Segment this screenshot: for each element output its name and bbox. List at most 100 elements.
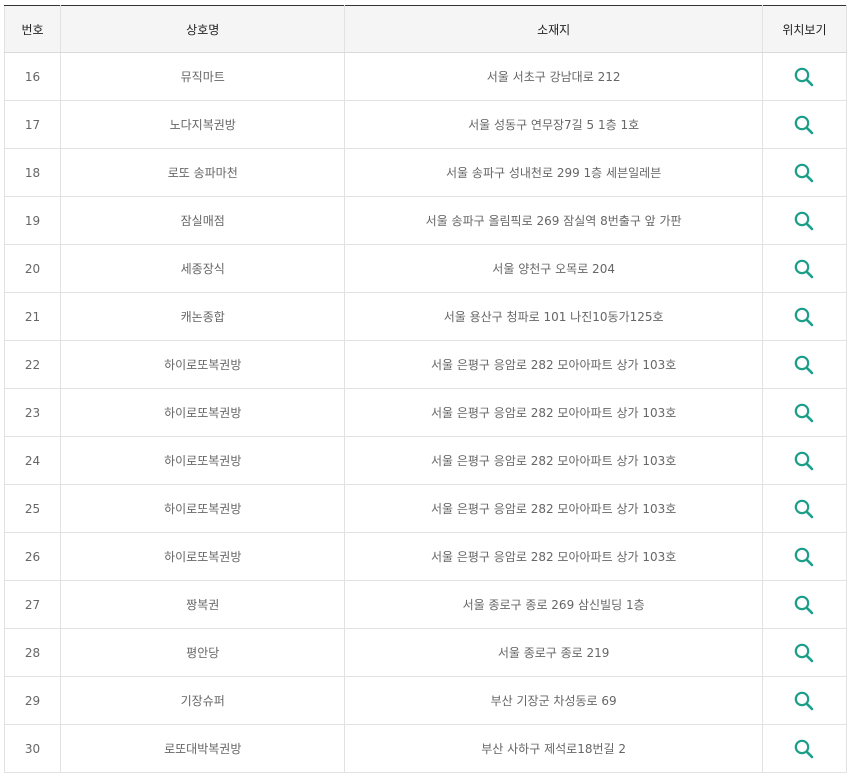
header-name: 상호명 xyxy=(60,5,346,53)
view-location-button[interactable] xyxy=(793,546,815,568)
cell-name: 잠실매점 xyxy=(60,196,346,245)
cell-map xyxy=(761,148,848,197)
store-table: 번호 상호명 소재지 위치보기 16 뮤직마트 서울 서초구 강남대로 212 17 노… xyxy=(3,5,848,773)
table-row: 22 하이로또복권방 서울 은평구 응암로 282 모아아파트 상가 103호 xyxy=(3,340,848,389)
cell-name: 짱복권 xyxy=(60,580,346,629)
table-row: 30 로또대박복권방 부산 사하구 제석로18번길 2 xyxy=(3,724,848,773)
cell-address: 서울 은평구 응암로 282 모아아파트 상가 103호 xyxy=(344,436,763,485)
view-location-button[interactable] xyxy=(793,258,815,280)
search-icon xyxy=(795,355,814,374)
cell-map xyxy=(761,484,848,533)
table-row: 26 하이로또복권방 서울 은평구 응암로 282 모아아파트 상가 103호 xyxy=(3,532,848,581)
cell-name: 캐논종합 xyxy=(60,292,346,341)
cell-address: 서울 종로구 종로 269 삼신빌딩 1층 xyxy=(344,580,763,629)
cell-map xyxy=(761,532,848,581)
cell-name: 로또 송파마천 xyxy=(60,148,346,197)
view-location-button[interactable] xyxy=(793,306,815,328)
cell-name: 뮤직마트 xyxy=(60,52,346,101)
table-row: 29 기장슈퍼 부산 기장군 차성동로 69 xyxy=(3,676,848,725)
cell-address: 서울 서초구 강남대로 212 xyxy=(344,52,763,101)
cell-map xyxy=(761,100,848,149)
view-location-button[interactable] xyxy=(793,210,815,232)
search-icon xyxy=(795,211,814,230)
table-row: 20 세종장식 서울 양천구 오목로 204 xyxy=(3,244,848,293)
cell-name: 세종장식 xyxy=(60,244,346,293)
cell-no: 16 xyxy=(3,52,62,101)
cell-map xyxy=(761,292,848,341)
header-no: 번호 xyxy=(3,5,62,53)
view-location-button[interactable] xyxy=(793,642,815,664)
search-icon xyxy=(795,739,814,758)
view-location-button[interactable] xyxy=(793,594,815,616)
cell-no: 26 xyxy=(3,532,62,581)
cell-name: 하이로또복권방 xyxy=(60,340,346,389)
cell-address: 서울 은평구 응암로 282 모아아파트 상가 103호 xyxy=(344,340,763,389)
search-icon xyxy=(795,163,814,182)
cell-no: 25 xyxy=(3,484,62,533)
search-icon xyxy=(795,403,814,422)
cell-no: 21 xyxy=(3,292,62,341)
search-icon xyxy=(795,259,814,278)
cell-address: 부산 사하구 제석로18번길 2 xyxy=(344,724,763,773)
cell-name: 하이로또복권방 xyxy=(60,388,346,437)
view-location-button[interactable] xyxy=(793,450,815,472)
cell-map xyxy=(761,436,848,485)
cell-address: 서울 종로구 종로 219 xyxy=(344,628,763,677)
cell-map xyxy=(761,196,848,245)
view-location-button[interactable] xyxy=(793,402,815,424)
table-header: 번호 상호명 소재지 위치보기 xyxy=(3,5,848,53)
table-row: 19 잠실매점 서울 송파구 올림픽로 269 잠실역 8번출구 앞 가판 xyxy=(3,196,848,245)
cell-address: 서울 은평구 응암로 282 모아아파트 상가 103호 xyxy=(344,532,763,581)
cell-map xyxy=(761,676,848,725)
cell-name: 노다지복권방 xyxy=(60,100,346,149)
search-icon xyxy=(795,499,814,518)
view-location-button[interactable] xyxy=(793,690,815,712)
search-icon xyxy=(795,547,814,566)
view-location-button[interactable] xyxy=(793,738,815,760)
table-row: 28 평안당 서울 종로구 종로 219 xyxy=(3,628,848,677)
store-list: 번호 상호명 소재지 위치보기 16 뮤직마트 서울 서초구 강남대로 212 17 노… xyxy=(3,5,848,773)
cell-map xyxy=(761,580,848,629)
cell-no: 19 xyxy=(3,196,62,245)
table-row: 25 하이로또복권방 서울 은평구 응암로 282 모아아파트 상가 103호 xyxy=(3,484,848,533)
cell-address: 서울 성동구 연무장7길 5 1층 1호 xyxy=(344,100,763,149)
cell-map xyxy=(761,340,848,389)
table-row: 18 로또 송파마천 서울 송파구 성내천로 299 1층 세븐일레븐 xyxy=(3,148,848,197)
view-location-button[interactable] xyxy=(793,354,815,376)
cell-no: 27 xyxy=(3,580,62,629)
view-location-button[interactable] xyxy=(793,66,815,88)
cell-no: 29 xyxy=(3,676,62,725)
cell-map xyxy=(761,724,848,773)
header-row: 번호 상호명 소재지 위치보기 xyxy=(3,5,848,53)
cell-address: 서울 용산구 청파로 101 나진10동가125호 xyxy=(344,292,763,341)
cell-address: 서울 송파구 성내천로 299 1층 세븐일레븐 xyxy=(344,148,763,197)
view-location-button[interactable] xyxy=(793,114,815,136)
search-icon xyxy=(795,307,814,326)
cell-no: 18 xyxy=(3,148,62,197)
view-location-button[interactable] xyxy=(793,498,815,520)
cell-no: 17 xyxy=(3,100,62,149)
cell-address: 서울 송파구 올림픽로 269 잠실역 8번출구 앞 가판 xyxy=(344,196,763,245)
header-map: 위치보기 xyxy=(761,5,848,53)
cell-name: 평안당 xyxy=(60,628,346,677)
cell-no: 23 xyxy=(3,388,62,437)
header-address: 소재지 xyxy=(344,5,763,53)
cell-name: 기장슈퍼 xyxy=(60,676,346,725)
table-row: 17 노다지복권방 서울 성동구 연무장7길 5 1층 1호 xyxy=(3,100,848,149)
table-row: 16 뮤직마트 서울 서초구 강남대로 212 xyxy=(3,52,848,101)
cell-map xyxy=(761,52,848,101)
cell-name: 하이로또복권방 xyxy=(60,436,346,485)
cell-address: 서울 양천구 오목로 204 xyxy=(344,244,763,293)
view-location-button[interactable] xyxy=(793,162,815,184)
search-icon xyxy=(795,691,814,710)
search-icon xyxy=(795,451,814,470)
cell-map xyxy=(761,244,848,293)
cell-no: 30 xyxy=(3,724,62,773)
table-row: 24 하이로또복권방 서울 은평구 응암로 282 모아아파트 상가 103호 xyxy=(3,436,848,485)
cell-no: 28 xyxy=(3,628,62,677)
cell-name: 하이로또복권방 xyxy=(60,484,346,533)
cell-name: 하이로또복권방 xyxy=(60,532,346,581)
table-row: 23 하이로또복권방 서울 은평구 응암로 282 모아아파트 상가 103호 xyxy=(3,388,848,437)
table-row: 27 짱복권 서울 종로구 종로 269 삼신빌딩 1층 xyxy=(3,580,848,629)
search-icon xyxy=(795,595,814,614)
